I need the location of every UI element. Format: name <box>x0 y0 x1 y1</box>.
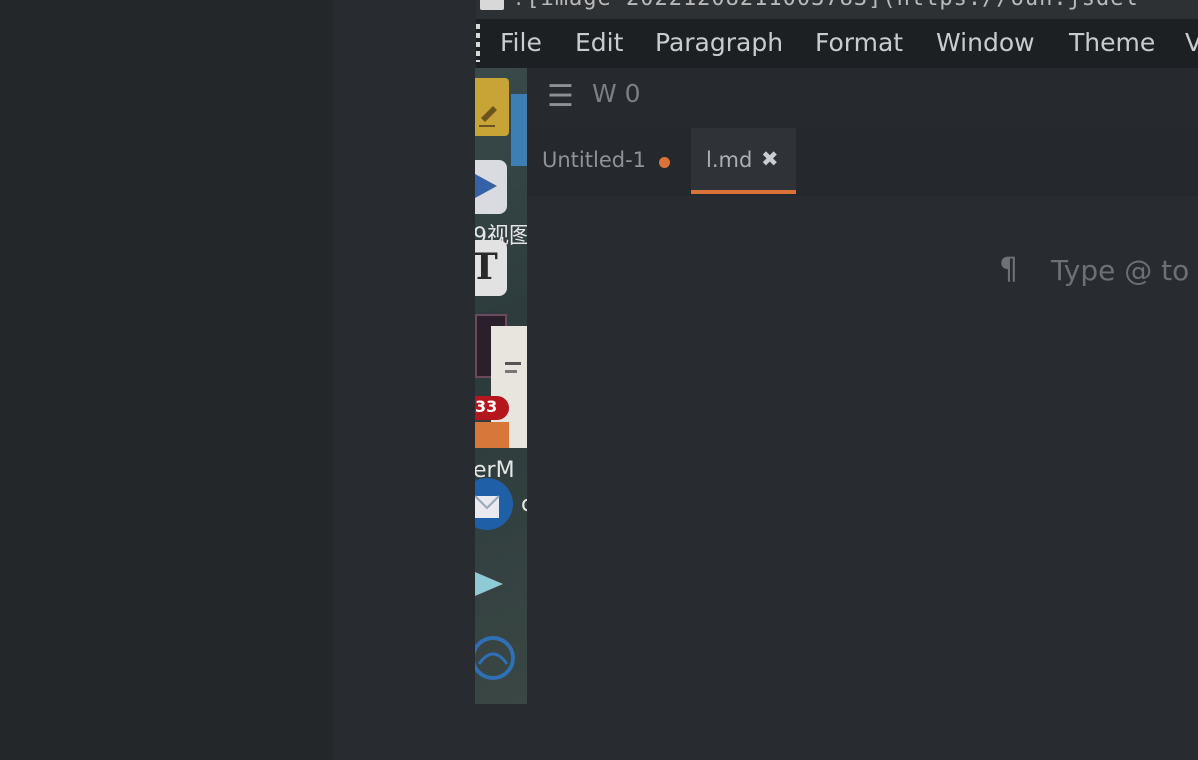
tab-label: l.md <box>706 148 753 172</box>
menubar: File Edit Paragraph Format Window Theme … <box>476 19 1198 68</box>
mail-app-icon[interactable] <box>475 160 507 214</box>
drag-handle[interactable] <box>476 24 480 62</box>
menu-theme[interactable]: Theme <box>1069 28 1155 57</box>
tab-label: Untitled-1 <box>542 148 647 172</box>
tab-bar: Untitled-1 l.md ✖ <box>527 126 1198 196</box>
thunderbird-icon[interactable] <box>475 474 515 534</box>
doc-line <box>505 370 517 373</box>
window-title-bar: ![image-20221208211003783](https://oun.j… <box>476 0 1198 19</box>
typora-letter: T <box>475 246 498 288</box>
unsaved-dot-icon <box>659 157 670 168</box>
menu-window[interactable]: Window <box>936 28 1035 57</box>
window-title: ![image-20221208211003783](https://oun.j… <box>512 0 1139 11</box>
menu-view[interactable]: V <box>1185 28 1198 57</box>
editor-window: ☰ W 0 Untitled-1 l.md ✖ ¶ Type @ to <box>527 68 1198 704</box>
editor-header: ☰ W 0 <box>527 68 1198 126</box>
stickies-icon[interactable] <box>475 78 509 136</box>
editor-placeholder: Type @ to <box>1051 254 1190 287</box>
menu-file[interactable]: File <box>500 28 542 57</box>
badge-count-text: 33 <box>475 397 498 416</box>
menu-edit[interactable]: Edit <box>575 28 623 57</box>
globe-app-icon[interactable] <box>475 634 515 682</box>
document-icon <box>480 0 504 10</box>
gpu-tool-icon[interactable] <box>475 562 505 604</box>
close-tab-icon[interactable]: ✖ <box>761 147 779 171</box>
app-dock: 9视图 T 33 erM c <box>475 68 527 704</box>
editor-content[interactable]: ¶ Type @ to <box>527 196 1198 704</box>
menu-format[interactable]: Format <box>815 28 903 57</box>
hamburger-menu-icon[interactable]: ☰ <box>547 79 574 114</box>
left-panel <box>0 0 333 760</box>
tab-l-md[interactable]: l.md ✖ <box>691 128 796 194</box>
doc-line <box>505 362 521 365</box>
typora-icon[interactable]: T <box>475 240 507 296</box>
word-count: W 0 <box>592 79 641 108</box>
rss-reader-icon[interactable] <box>475 422 509 448</box>
badge-count: 33 <box>475 396 509 420</box>
menu-paragraph[interactable]: Paragraph <box>655 28 783 57</box>
finder-icon[interactable] <box>511 94 527 166</box>
tab-untitled-1[interactable]: Untitled-1 <box>527 128 687 192</box>
pilcrow-icon: ¶ <box>999 252 1019 287</box>
